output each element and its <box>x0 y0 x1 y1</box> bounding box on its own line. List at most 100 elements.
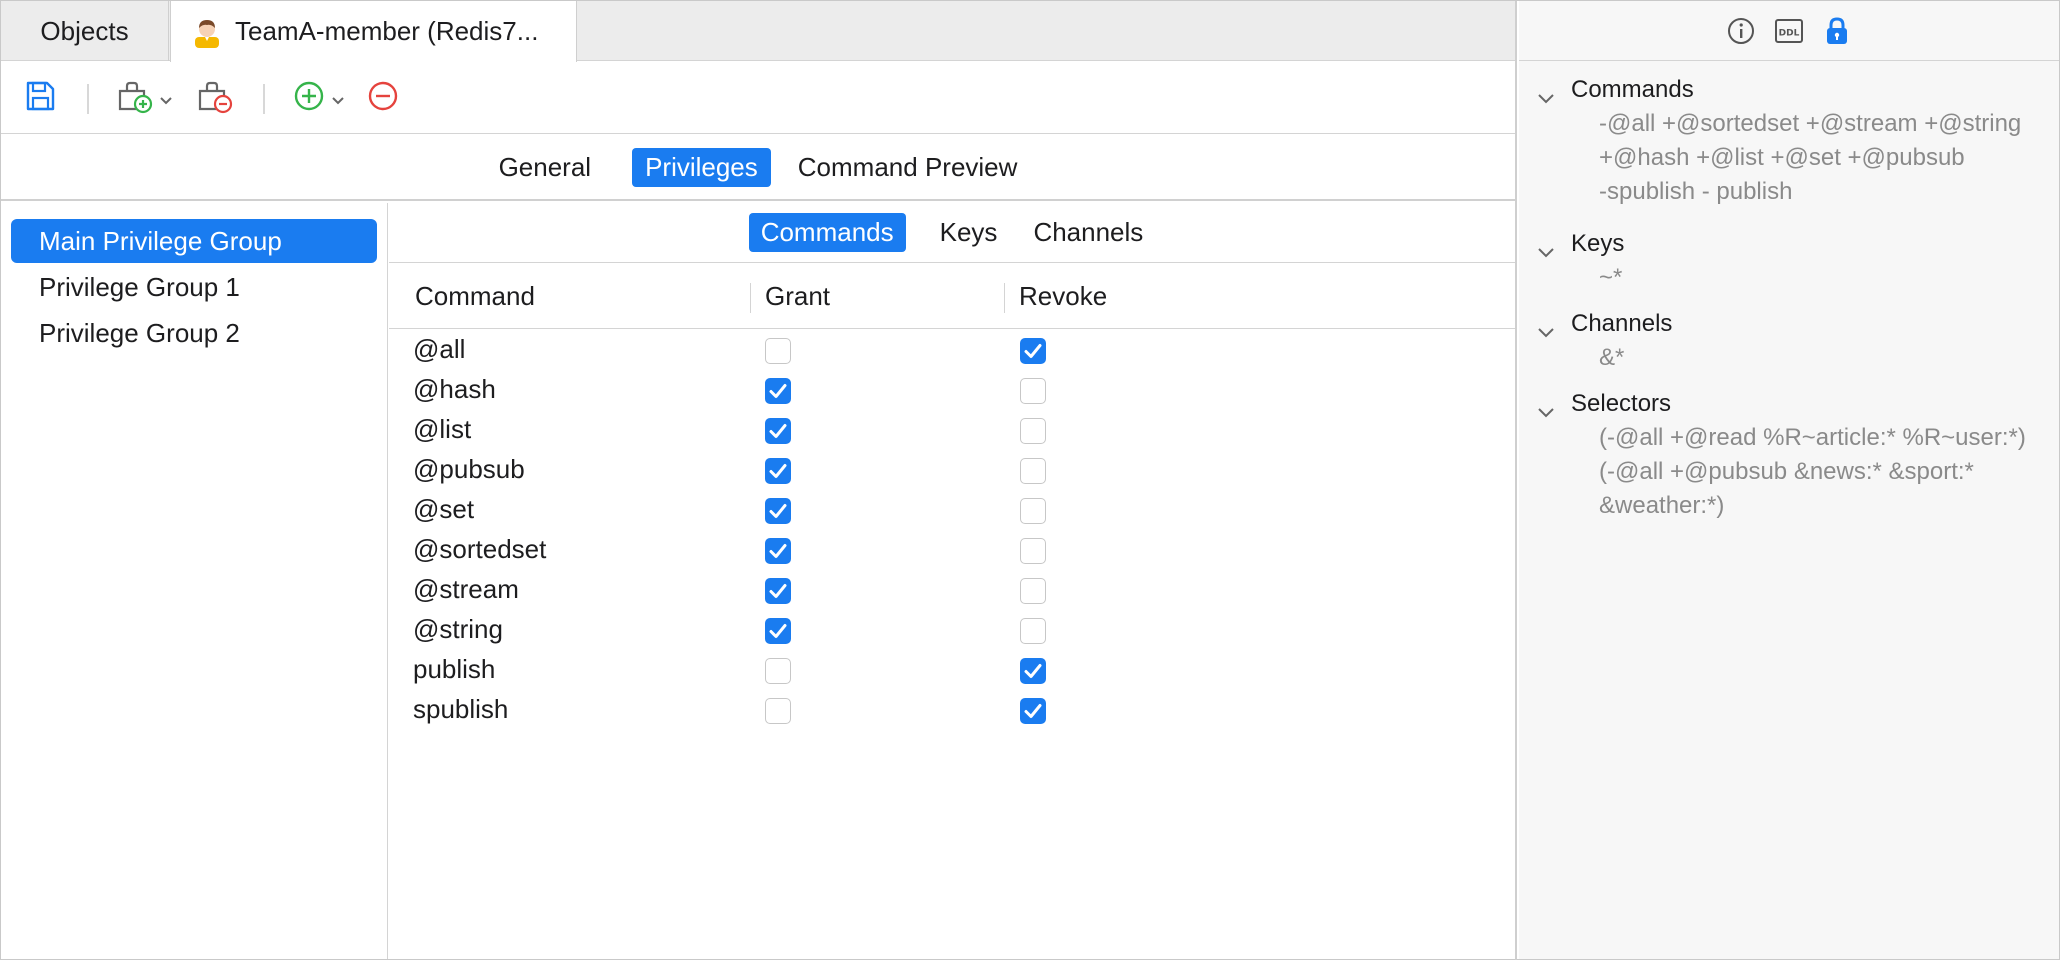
section-channels-header[interactable]: Channels <box>1537 307 2047 341</box>
section-tabs: General Privileges Command Preview <box>1 135 1515 201</box>
app-window: Objects TeamA-member (Redis7... General … <box>0 0 2060 960</box>
grant-checkbox[interactable] <box>765 538 791 564</box>
grant-checkbox[interactable] <box>765 578 791 604</box>
tab-user-editor-label: TeamA-member (Redis7... <box>235 16 539 46</box>
table-row[interactable]: @list <box>389 409 1515 449</box>
revoke-checkbox[interactable] <box>1020 498 1046 524</box>
tab-general[interactable]: General <box>486 148 605 187</box>
group-item-main[interactable]: Main Privilege Group <box>11 219 377 263</box>
section-selectors: Selectors (-@all +@read %R~article:* %R~… <box>1537 387 2047 523</box>
group-item-label: Privilege Group 2 <box>39 317 240 348</box>
toolbar <box>1 62 1515 134</box>
table-row[interactable]: publish <box>389 649 1515 689</box>
command-name: spublish <box>413 693 509 724</box>
grant-checkbox[interactable] <box>765 378 791 404</box>
preview-line: &* <box>1599 344 1625 371</box>
table-row[interactable]: @pubsub <box>389 449 1515 489</box>
section-keys-header[interactable]: Keys <box>1537 227 2047 261</box>
table-header: Command Grant Revoke <box>389 263 1515 329</box>
privilege-content: Commands Keys Channels Command Grant Rev… <box>389 203 1515 959</box>
tab-objects[interactable]: Objects <box>1 1 169 61</box>
grant-checkbox[interactable] <box>765 498 791 524</box>
table-row[interactable]: @sortedset <box>389 529 1515 569</box>
table-row[interactable]: @stream <box>389 569 1515 609</box>
tab-command-preview[interactable]: Command Preview <box>785 148 1031 187</box>
section-commands: Commands -@all +@sortedset +@stream +@st… <box>1537 73 2047 209</box>
add-group-icon <box>117 78 153 119</box>
grant-checkbox[interactable] <box>765 658 791 684</box>
section-selectors-header[interactable]: Selectors <box>1537 387 2047 421</box>
add-button[interactable] <box>293 80 345 116</box>
ddl-icon[interactable]: DDL <box>1774 16 1804 46</box>
column-command[interactable]: Command <box>415 263 535 329</box>
privilege-group-list: Main Privilege Group Privilege Group 1 P… <box>1 203 388 959</box>
table-row[interactable]: @string <box>389 609 1515 649</box>
grant-checkbox[interactable] <box>765 618 791 644</box>
add-group-button[interactable] <box>117 80 173 116</box>
chevron-down-icon <box>1537 238 1555 258</box>
revoke-checkbox[interactable] <box>1020 618 1046 644</box>
chevron-down-icon <box>1537 318 1555 338</box>
main-area: Objects TeamA-member (Redis7... General … <box>1 1 1517 960</box>
tab-objects-label: Objects <box>40 15 129 46</box>
remove-button[interactable] <box>367 80 399 116</box>
command-name: @set <box>413 493 475 524</box>
chevron-down-icon <box>331 93 345 105</box>
subtab-commands[interactable]: Commands <box>748 213 906 252</box>
table-row[interactable]: spublish <box>389 689 1515 729</box>
save-button[interactable] <box>23 80 57 116</box>
revoke-checkbox[interactable] <box>1020 658 1046 684</box>
grant-checkbox[interactable] <box>765 458 791 484</box>
add-icon <box>293 80 325 117</box>
table-row[interactable]: @all <box>389 329 1515 369</box>
chevron-down-icon <box>159 93 173 105</box>
chevron-down-icon <box>1537 84 1555 104</box>
revoke-checkbox[interactable] <box>1020 338 1046 364</box>
revoke-checkbox[interactable] <box>1020 578 1046 604</box>
grant-checkbox[interactable] <box>765 338 791 364</box>
command-name: @list <box>413 413 472 444</box>
tab-user-editor[interactable]: TeamA-member (Redis7... <box>170 1 577 62</box>
toolbar-separator <box>87 84 89 114</box>
group-item-label: Privilege Group 1 <box>39 271 240 302</box>
section-channels: Channels &* <box>1537 307 2047 375</box>
revoke-checkbox[interactable] <box>1020 698 1046 724</box>
group-item-1[interactable]: Privilege Group 1 <box>11 265 377 309</box>
column-separator[interactable] <box>1004 283 1005 313</box>
revoke-checkbox[interactable] <box>1020 538 1046 564</box>
preview-line: -spublish - publish <box>1599 178 1793 205</box>
section-commands-header[interactable]: Commands <box>1537 73 2047 107</box>
section-selectors-body: (-@all +@read %R~article:* %R~user:*) (-… <box>1537 421 2047 523</box>
column-separator[interactable] <box>750 283 751 313</box>
table-row[interactable]: @hash <box>389 369 1515 409</box>
lock-icon[interactable] <box>1822 16 1852 46</box>
info-icon[interactable] <box>1726 16 1756 46</box>
column-revoke[interactable]: Revoke <box>1019 263 1107 329</box>
preview-line: ~* <box>1599 264 1623 291</box>
group-item-2[interactable]: Privilege Group 2 <box>11 311 377 355</box>
grant-checkbox[interactable] <box>765 698 791 724</box>
revoke-checkbox[interactable] <box>1020 378 1046 404</box>
command-name: @stream <box>413 573 519 604</box>
tab-bar: Objects TeamA-member (Redis7... <box>1 1 1515 62</box>
save-icon <box>23 79 57 118</box>
tab-privileges[interactable]: Privileges <box>632 147 771 187</box>
table-row[interactable]: @set <box>389 489 1515 529</box>
section-title: Keys <box>1571 230 1625 257</box>
grant-checkbox[interactable] <box>765 418 791 444</box>
preview-line: +@hash +@list +@set +@pubsub <box>1599 144 1965 171</box>
panel-toolbar: DDL <box>1519 1 2059 61</box>
preview-line: -@all +@sortedset +@stream +@string <box>1599 110 2022 137</box>
remove-group-icon <box>197 78 233 119</box>
column-grant[interactable]: Grant <box>765 263 830 329</box>
subtab-channels[interactable]: Channels <box>1021 213 1155 252</box>
revoke-checkbox[interactable] <box>1020 418 1046 444</box>
revoke-checkbox[interactable] <box>1020 458 1046 484</box>
remove-group-button[interactable] <box>197 80 233 116</box>
subtab-keys[interactable]: Keys <box>928 213 1010 252</box>
user-icon <box>191 16 223 48</box>
section-commands-body: -@all +@sortedset +@stream +@string +@ha… <box>1537 107 2047 209</box>
preview-line: (-@all +@pubsub &news:* &sport:* <box>1599 458 1974 485</box>
command-name: @sortedset <box>413 533 547 564</box>
preview-line: &weather:*) <box>1599 492 1725 519</box>
